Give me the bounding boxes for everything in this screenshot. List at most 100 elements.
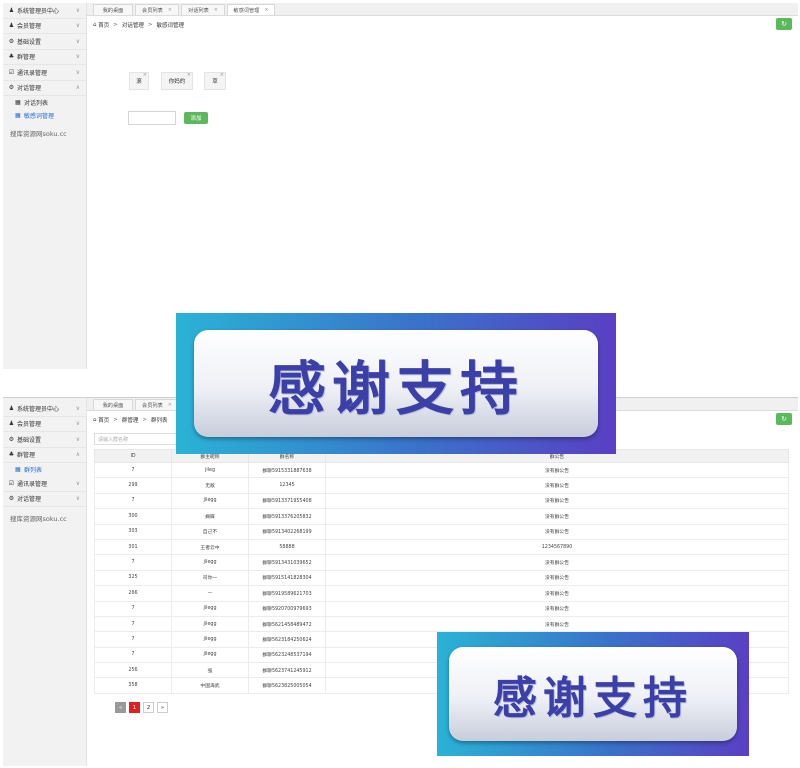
sidebar-item[interactable]: ☑ 通讯录管理 ∨	[3, 476, 86, 492]
watermark-text: 搜库资源网soku.cc	[10, 130, 67, 138]
table-cell: 没有群公告	[325, 492, 789, 510]
group-icon: ♣	[8, 451, 15, 459]
table-row[interactable]: 7 jileg 群聊5915331887638 没有群公告	[94, 461, 789, 479]
chevron-icon[interactable]: ∨	[76, 53, 80, 60]
close-icon[interactable]: ×	[220, 72, 224, 78]
table-row[interactable]: 7 jilegg 群聊5913431039652 没有群公告	[94, 554, 789, 571]
next-page-button[interactable]: »	[157, 702, 168, 713]
chevron-icon[interactable]: ∨	[76, 480, 80, 487]
table-cell: 7	[94, 631, 172, 648]
table-cell: 群聊5913431039652	[248, 554, 326, 571]
table-cell: 325	[94, 569, 172, 587]
sensitive-word-chip[interactable]: 滚 ×	[129, 72, 149, 90]
tab-desktop[interactable]: 我的桌面	[93, 4, 133, 15]
table-cell: 群聊5913376205832	[248, 508, 326, 525]
page-1-button[interactable]: 1	[129, 702, 140, 713]
chevron-icon[interactable]: ∨	[76, 436, 80, 443]
breadcrumb: ⌂ 首页 > 对话管理 > 敏感词管理 ↻	[87, 16, 798, 33]
chevron-icon[interactable]: ∨	[76, 405, 80, 412]
sidebar-item-label: 基础设置	[17, 436, 42, 444]
table-cell: 7	[94, 554, 172, 571]
add-word-button[interactable]: 添加	[184, 112, 208, 124]
sensitive-word-chip[interactable]: 草 ×	[204, 72, 226, 90]
table-cell: 群聊5623825005054	[248, 677, 326, 694]
table-row[interactable]: 300 蝴蝶 群聊5913376205832 没有群公告	[94, 508, 789, 525]
table-cell: 群聊5913402268199	[248, 523, 326, 540]
tab-chat-list[interactable]: 对话列表 ×	[181, 4, 225, 15]
close-icon[interactable]: ×	[214, 7, 218, 13]
close-icon[interactable]: ×	[143, 72, 147, 78]
sidebar-item[interactable]: ♟ 会员管理 ∨	[3, 19, 86, 34]
table-cell: jilegg	[171, 492, 249, 510]
table-cell: 没有群公告	[325, 615, 789, 633]
prev-page-button[interactable]: «	[115, 702, 126, 713]
user-icon: ♟	[8, 6, 15, 14]
table-cell: 群聊5621458489472	[248, 615, 326, 633]
sidebar-item[interactable]: ♟ 会员管理 ∨	[3, 417, 86, 432]
sidebar-sub-item[interactable]: ▦ 敏感词管理	[3, 109, 86, 122]
sidebar-item[interactable]: ⚙ 基础设置 ∨	[3, 34, 86, 50]
group-search-input[interactable]: 请输入群名称	[94, 433, 184, 445]
breadcrumb-section[interactable]: 群管理	[122, 416, 139, 424]
refresh-button[interactable]: ↻	[776, 18, 792, 30]
table-row[interactable]: 7 jilegg 群聊5621458489472 没有群公告	[94, 615, 789, 633]
table-row[interactable]: 266— 群聊5919589621703 没有群公告	[94, 585, 789, 602]
sidebar: ♟ 系统管理员中心 ∨ ♟ 会员管理 ∨ ⚙ 基础设置 ∨ ♣ 群管理 ∨ ☑ 通讯录管理 ∨ ⚙ 对话管理 ∧ …	[3, 3, 87, 369]
sidebar-item[interactable]: ⚙ 对话管理 ∨	[3, 492, 86, 507]
table-row[interactable]: 299 无敌 12345 没有群公告	[94, 477, 789, 494]
table-cell: 没有群公告	[325, 508, 789, 525]
column-header-id[interactable]: ID	[94, 449, 172, 463]
sidebar-item[interactable]: ♣ 群管理 ∧	[3, 448, 86, 463]
sidebar-item[interactable]: ⚙ 基础设置 ∨	[3, 432, 86, 448]
thanks-banner-plate: 感谢支持	[449, 646, 737, 742]
close-icon[interactable]: ×	[168, 7, 172, 13]
chevron-icon[interactable]: ∨	[76, 38, 80, 45]
sidebar-item-label: 群管理	[17, 54, 36, 62]
sensitive-word-chip[interactable]: 你妈的 ×	[161, 72, 193, 90]
table-cell: 256	[94, 662, 172, 679]
table-cell: 358	[94, 677, 172, 694]
tab-desktop[interactable]: 我的桌面	[93, 399, 133, 410]
table-cell: 群聊5623248537194	[248, 646, 326, 664]
table-row[interactable]: 7 jilegg 群聊5920700979693 没有群公告	[94, 600, 789, 617]
page-2-button[interactable]: 2	[143, 702, 154, 713]
table-cell: 没有群公告	[325, 477, 789, 494]
tab-members[interactable]: 会员列表 ×	[135, 4, 179, 15]
table-cell: 群聊5915141828304	[248, 569, 326, 587]
tab-members[interactable]: 会员列表 ×	[135, 399, 179, 410]
breadcrumb-current: 敏感词管理	[156, 22, 185, 29]
sidebar-item[interactable]: ♟ 系统管理员中心 ∨	[3, 401, 86, 417]
sidebar-sub-item-label: 敏感词管理	[24, 113, 55, 120]
chevron-icon[interactable]: ∧	[76, 84, 80, 91]
sidebar-item[interactable]: ☑ 通讯录管理 ∨	[3, 65, 86, 81]
sidebar-item-group-list[interactable]: ▦ 群列表	[3, 463, 86, 476]
close-icon[interactable]: ×	[264, 7, 268, 13]
table-cell: 58888	[248, 538, 326, 556]
close-icon[interactable]: ×	[168, 402, 172, 408]
breadcrumb-home[interactable]: 首页	[98, 416, 109, 424]
breadcrumb-section[interactable]: 对话管理	[122, 21, 144, 29]
sidebar-item[interactable]: ♟ 系统管理员中心 ∨	[3, 3, 86, 19]
breadcrumb-home[interactable]: 首页	[98, 21, 109, 29]
tab-sensitive-words[interactable]: 敏感词管理 ×	[227, 4, 275, 15]
table-row[interactable]: 7 jilegg 群聊5913371955408 没有群公告	[94, 492, 789, 510]
chevron-icon[interactable]: ∨	[76, 69, 80, 76]
sidebar-item[interactable]: ⚙ 对话管理 ∧	[3, 81, 86, 96]
table-cell: 群聊5913371955408	[248, 492, 326, 510]
chevron-icon[interactable]: ∨	[76, 22, 80, 29]
table-cell: 没有群公告	[325, 554, 789, 571]
gear-icon: ⚙	[8, 435, 15, 443]
chevron-icon[interactable]: ∨	[76, 420, 80, 427]
chevron-icon[interactable]: ∨	[76, 495, 80, 502]
chevron-icon[interactable]: ∧	[76, 451, 80, 458]
table-cell: 7	[94, 615, 172, 633]
table-row[interactable]: 301 王者云中 58888 1234567890	[94, 538, 789, 556]
new-word-input[interactable]	[128, 111, 176, 125]
chevron-icon[interactable]: ∨	[76, 7, 80, 14]
close-icon[interactable]: ×	[187, 72, 191, 78]
refresh-button[interactable]: ↻	[776, 413, 792, 425]
table-row[interactable]: 303 自己不 群聊5913402268199 没有群公告	[94, 523, 789, 540]
sidebar-sub-item[interactable]: ▦ 对话列表	[3, 96, 86, 109]
table-row[interactable]: 325 司你一 群聊5915141828304 没有群公告	[94, 569, 789, 587]
sidebar-item[interactable]: ♣ 群管理 ∨	[3, 50, 86, 65]
